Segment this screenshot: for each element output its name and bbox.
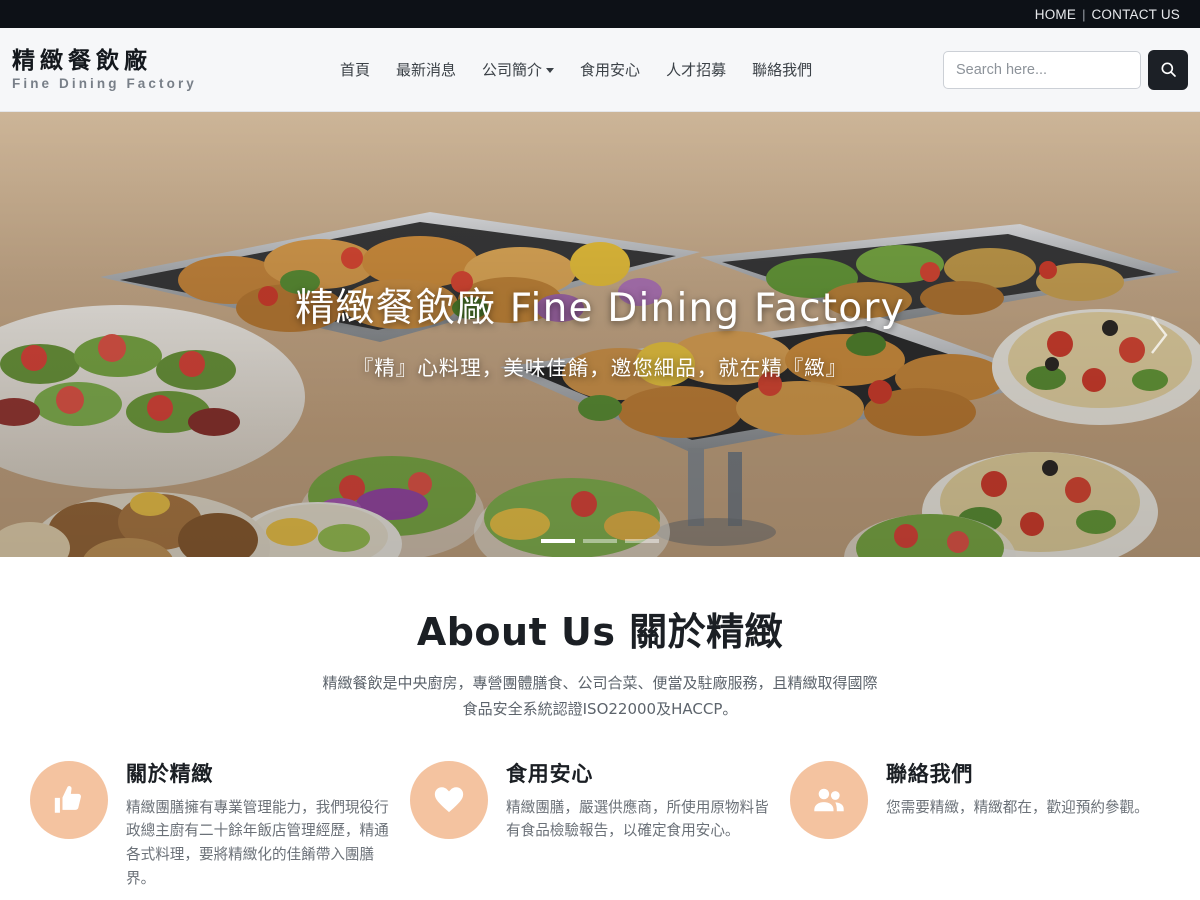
feature-card-text: 您需要精緻，精緻都在，歡迎預約參觀。 — [886, 798, 1149, 816]
feature-cards: 關於精緻 精緻團膳擁有專業管理能力，我們現役行政總主廚有二十餘年飯店管理經歷，精… — [0, 760, 1200, 891]
feature-card-body: 食用安心 精緻團膳，嚴選供應商，所使用原物料皆有食品檢驗報告，以確定食用安心。 — [506, 761, 776, 891]
hero-text-block: 精緻餐飲廠 Fine Dining Factory 『精』心料理，美味佳餚，邀您… — [0, 284, 1200, 381]
chevron-left-icon — [22, 305, 62, 365]
about-section: About Us 關於精緻 精緻餐飲是中央廚房，專營團體膳食、公司合菜、便當及駐… — [0, 557, 1200, 891]
feature-card-title: 聯絡我們 — [886, 761, 974, 786]
feature-card-text: 精緻團膳擁有專業管理能力，我們現役行政總主廚有二十餘年飯店管理經歷，精通各式料理… — [126, 798, 389, 887]
carousel-indicator[interactable] — [625, 539, 659, 543]
nav-item-home[interactable]: 首頁 — [340, 59, 370, 80]
users-icon — [814, 788, 844, 811]
search-icon — [1160, 62, 1176, 77]
nav-item-contact[interactable]: 聯絡我們 — [752, 59, 812, 80]
hero-title: 精緻餐飲廠 Fine Dining Factory — [295, 286, 905, 331]
carousel-next-button[interactable] — [1138, 305, 1178, 365]
thumbs-up-icon — [54, 785, 81, 813]
feature-card-title: 食用安心 — [506, 761, 594, 786]
heart-icon — [434, 786, 464, 812]
logo-english-name: Fine Dining Factory — [12, 76, 197, 92]
nav-item-news[interactable]: 最新消息 — [396, 59, 456, 80]
feature-card-about: 關於精緻 精緻團膳擁有專業管理能力，我們現役行政總主廚有二十餘年飯店管理經歷，精… — [30, 760, 410, 891]
main-navigation: 首頁 最新消息 公司簡介 食用安心 人才招募 聯絡我們 — [340, 59, 812, 80]
site-logo[interactable]: 精緻餐飲廠 Fine Dining Factory — [0, 48, 300, 92]
feature-icon-circle — [790, 760, 868, 839]
topbar-link-home[interactable]: HOME — [1029, 7, 1082, 22]
chevron-right-icon — [1151, 315, 1168, 354]
hero-subtitle: 『精』心料理，美味佳餚，邀您細品，就在精『緻』 — [352, 355, 848, 380]
feature-card-body: 關於精緻 精緻團膳擁有專業管理能力，我們現役行政總主廚有二十餘年飯店管理經歷，精… — [126, 761, 396, 891]
nav-item-recruitment[interactable]: 人才招募 — [666, 59, 726, 80]
carousel-indicator[interactable] — [541, 539, 575, 543]
chevron-down-icon — [546, 68, 555, 73]
nav-item-label: 最新消息 — [396, 62, 457, 79]
nav-item-label: 聯絡我們 — [752, 62, 813, 79]
topbar-link-contact-us[interactable]: CONTACT US — [1085, 7, 1186, 22]
feature-icon-circle — [410, 760, 488, 839]
feature-card-title: 關於精緻 — [126, 761, 214, 786]
about-description: 精緻餐飲是中央廚房，專營團體膳食、公司合菜、便當及駐廠服務，且精緻取得國際食品安… — [322, 674, 878, 719]
nav-item-label: 食用安心 — [580, 62, 641, 79]
feature-card-contact: 聯絡我們 您需要精緻，精緻都在，歡迎預約參觀。 — [790, 760, 1170, 891]
feature-card-text: 精緻團膳，嚴選供應商，所使用原物料皆有食品檢驗報告，以確定食用安心。 — [506, 798, 769, 840]
nav-item-label: 人才招募 — [666, 62, 727, 79]
hero-carousel: 精緻餐飲廠 Fine Dining Factory 『精』心料理，美味佳餚，邀您… — [0, 112, 1200, 557]
nav-item-label: 公司簡介 — [482, 62, 543, 79]
search-input[interactable] — [943, 50, 1141, 89]
carousel-indicators — [0, 539, 1200, 543]
top-utility-bar: HOME | CONTACT US — [0, 0, 1200, 28]
header-search — [943, 49, 1188, 90]
search-button[interactable] — [1148, 49, 1188, 90]
nav-item-food-safety[interactable]: 食用安心 — [580, 59, 640, 80]
feature-icon-circle — [30, 760, 108, 839]
nav-item-company-profile[interactable]: 公司簡介 — [482, 59, 555, 80]
carousel-indicator[interactable] — [583, 539, 617, 543]
feature-card-body: 聯絡我們 您需要精緻，精緻都在，歡迎預約參觀。 — [886, 761, 1156, 891]
site-header: 精緻餐飲廠 Fine Dining Factory 首頁 最新消息 公司簡介 食… — [0, 28, 1200, 112]
about-title: About Us 關於精緻 — [416, 610, 784, 654]
nav-item-label: 首頁 — [340, 62, 371, 79]
logo-chinese-name: 精緻餐飲廠 — [12, 47, 152, 74]
feature-card-food-safety: 食用安心 精緻團膳，嚴選供應商，所使用原物料皆有食品檢驗報告，以確定食用安心。 — [410, 760, 790, 891]
